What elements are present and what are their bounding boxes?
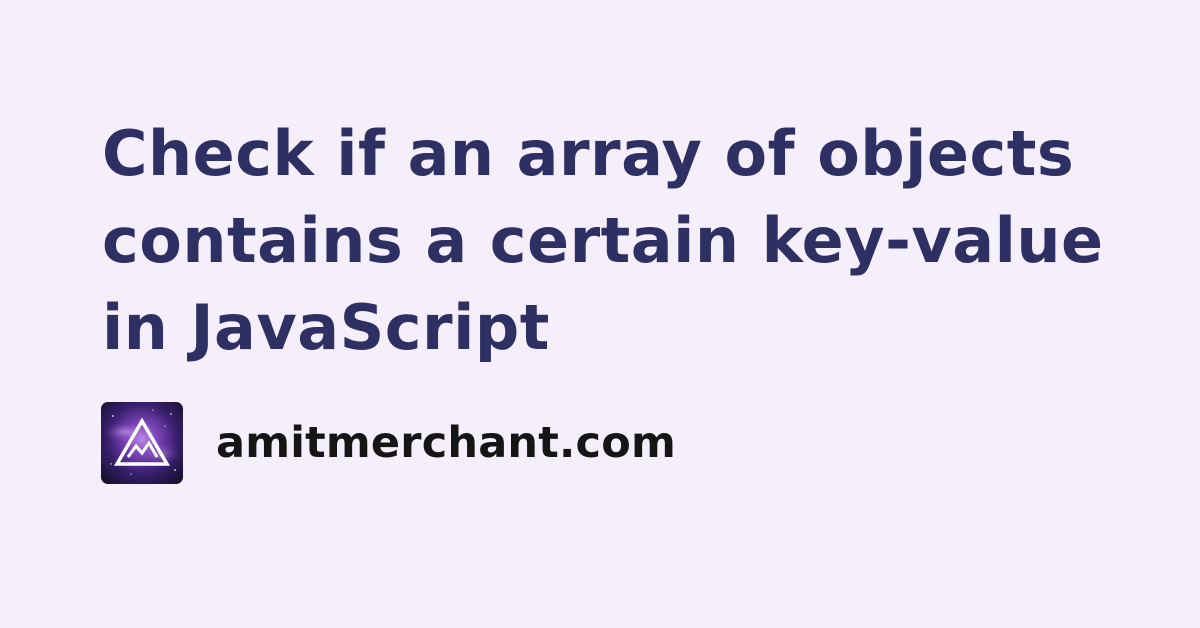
site-branding: amitmerchant.com	[101, 402, 676, 484]
site-name: amitmerchant.com	[216, 418, 676, 468]
social-share-card: Check if an array of objects contains a …	[0, 0, 1200, 628]
triangle-mountain-logo-icon	[101, 402, 183, 484]
post-title: Check if an array of objects contains a …	[102, 117, 1104, 364]
